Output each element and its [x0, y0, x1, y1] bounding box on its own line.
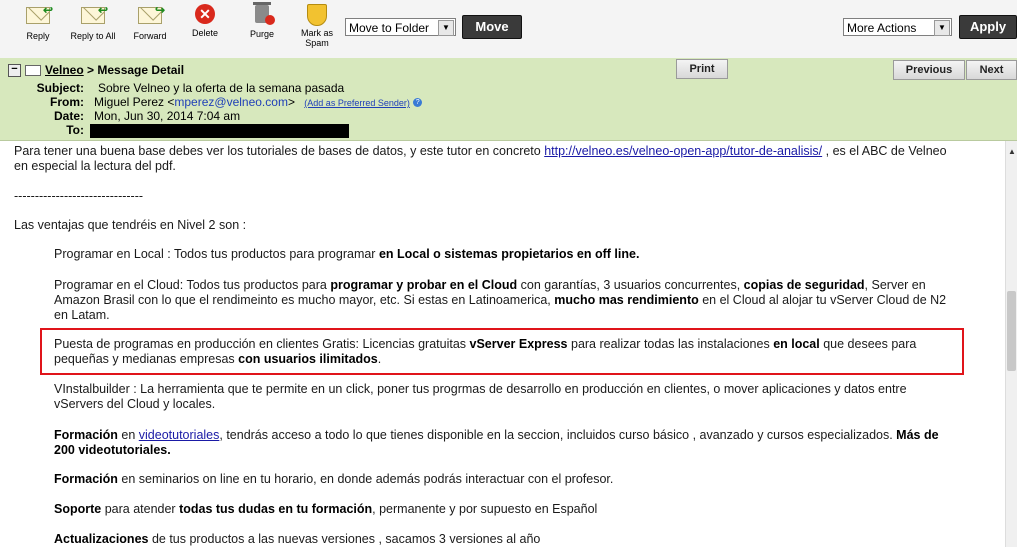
from-label: From: [50, 95, 84, 109]
text: en seminarios on line en tu horario, en … [117, 472, 614, 486]
text: en Latam. [54, 308, 110, 322]
message-header: − Velneo > Message Detail Print Previous … [0, 58, 1017, 141]
shield-icon [304, 4, 330, 26]
text: para atender [101, 502, 180, 516]
text: copias de seguridad [743, 278, 865, 292]
seminars-paragraph: Formación en seminarios on line en tu ho… [54, 472, 613, 487]
collapse-icon[interactable]: − [8, 64, 21, 78]
envelope-icon [25, 65, 41, 77]
videotutoriales-link[interactable]: videotutoriales [139, 428, 220, 442]
reply-all-label: Reply to All [70, 31, 116, 41]
mark-spam-label-2: Spam [305, 38, 329, 48]
forward-label: Forward [133, 31, 167, 41]
updates-paragraph: Actualizaciones de tus productos a las n… [54, 532, 540, 547]
previous-button[interactable]: Previous [893, 60, 965, 80]
trash-icon [249, 2, 275, 25]
text: , permanente y por supuesto en Español [372, 502, 598, 516]
text: en especial la lectura del pdf. [14, 159, 176, 173]
highlight-box [40, 328, 964, 375]
chevron-down-icon: ▼ [934, 20, 950, 36]
text: , tendrás acceso a todo lo que tienes di… [219, 428, 897, 442]
delete-button[interactable]: ✕ Delete [187, 4, 223, 38]
next-button[interactable]: Next [966, 60, 1017, 80]
text: con garantías, 3 usuarios concurrentes, [517, 278, 744, 292]
text: mucho mas rendimiento [554, 293, 699, 307]
text: en [117, 428, 139, 442]
text: programar y probar en el Cloud [330, 278, 518, 292]
tutor-link[interactable]: http://velneo.es/velneo-open-app/tutor-d… [544, 144, 822, 158]
forward-icon: ↪ [137, 4, 165, 27]
intro-paragraph: Para tener una buena base debes ver los … [14, 144, 947, 174]
redacted-recipient [90, 124, 349, 138]
move-to-folder-select[interactable]: Move to Folder ▼ [345, 18, 456, 36]
divider-text: ------------------------------- [14, 189, 144, 203]
chevron-down-icon: ▼ [438, 20, 454, 36]
subject-label: Subject: [36, 81, 84, 95]
text: vServers del Cloud y locales. [54, 397, 216, 411]
delete-label: Delete [191, 28, 218, 38]
text: , es el ABC de Velneo [822, 144, 947, 158]
move-button[interactable]: Move [462, 15, 522, 39]
text: Amazon Brasil con lo que el rendimeinto … [54, 293, 555, 307]
text: en Local o sistemas propietarios en off … [378, 247, 640, 261]
text: Más de [896, 428, 939, 442]
text: en el Cloud al alojar tu vServer Cloud d… [698, 293, 947, 307]
move-to-folder-value: Move to Folder [349, 21, 430, 35]
text: todas tus dudas en tu formación [179, 502, 373, 516]
scrollbar-thumb[interactable] [1007, 291, 1016, 371]
scroll-up-icon[interactable]: ▲ [1008, 147, 1016, 156]
breadcrumb-current: > Message Detail [83, 63, 185, 77]
date-label: Date: [53, 109, 84, 123]
text: 200 videotutoriales. [54, 443, 171, 457]
from-email-link[interactable]: mperez@velneo.com [174, 95, 288, 109]
text: Formación [54, 428, 118, 442]
subject-value: Sobre Velneo y la oferta de la semana pa… [98, 81, 345, 95]
more-actions-select[interactable]: More Actions ▼ [843, 18, 952, 36]
from-name: Miguel Perez < [94, 95, 175, 109]
forward-button[interactable]: ↪ Forward [128, 4, 172, 41]
text: , Server en [864, 278, 926, 292]
reply-all-icon: ↩ [80, 4, 108, 27]
text: VInstalbuilder : La herramienta que te p… [54, 382, 907, 396]
text: Soporte [54, 502, 102, 516]
reply-label: Reply [26, 31, 50, 41]
apply-button[interactable]: Apply [959, 15, 1017, 39]
text: Programar en el Cloud: Todos tus product… [54, 278, 331, 292]
text: Formación [54, 472, 118, 486]
vinstalbuilder-paragraph: VInstalbuilder : La herramienta que te p… [54, 382, 907, 412]
advantages-intro: Las ventajas que tendréis en Nivel 2 son… [14, 218, 247, 232]
reply-button[interactable]: ↩ Reply [22, 4, 54, 41]
cloud-paragraph: Programar en el Cloud: Todos tus product… [54, 278, 946, 323]
support-paragraph: Soporte para atender todas tus dudas en … [54, 502, 597, 517]
reply-all-button[interactable]: ↩ Reply to All [64, 4, 122, 41]
breadcrumb: − Velneo > Message Detail [8, 63, 185, 78]
from-value: Miguel Perez <mperez@velneo.com> (Add as… [94, 95, 423, 109]
purge-button[interactable]: Purge [245, 2, 279, 39]
to-label: To: [66, 123, 84, 137]
reply-icon: ↩ [25, 4, 53, 27]
text: de tus productos a las nuevas versiones … [148, 532, 541, 546]
add-preferred-sender-link[interactable]: (Add as Preferred Sender) [304, 98, 410, 108]
help-icon[interactable]: ? [413, 98, 423, 108]
date-value: Mon, Jun 30, 2014 7:04 am [94, 109, 241, 123]
delete-icon: ✕ [192, 4, 218, 24]
vertical-scrollbar[interactable]: ▲ [1005, 141, 1017, 547]
purge-label: Purge [249, 29, 275, 39]
from-close: > [287, 95, 295, 109]
text: Para tener una buena base debes ver los … [14, 144, 545, 158]
mark-spam-label: Mark as [300, 28, 333, 38]
text: Actualizaciones [54, 532, 149, 546]
more-actions-value: More Actions [847, 21, 917, 35]
toolbar: ↩ Reply ↩ Reply to All ↪ Forward ✕ Delet… [0, 0, 1017, 59]
mark-spam-button[interactable]: Mark as Spam [296, 4, 338, 48]
local-paragraph: Programar en Local : Todos tus productos… [54, 247, 639, 262]
print-button[interactable]: Print [676, 59, 728, 79]
training-paragraph: Formación en videotutoriales, tendrás ac… [54, 428, 939, 458]
breadcrumb-velneo-link[interactable]: Velneo [45, 63, 84, 77]
text: Programar en Local : Todos tus productos… [54, 247, 379, 261]
